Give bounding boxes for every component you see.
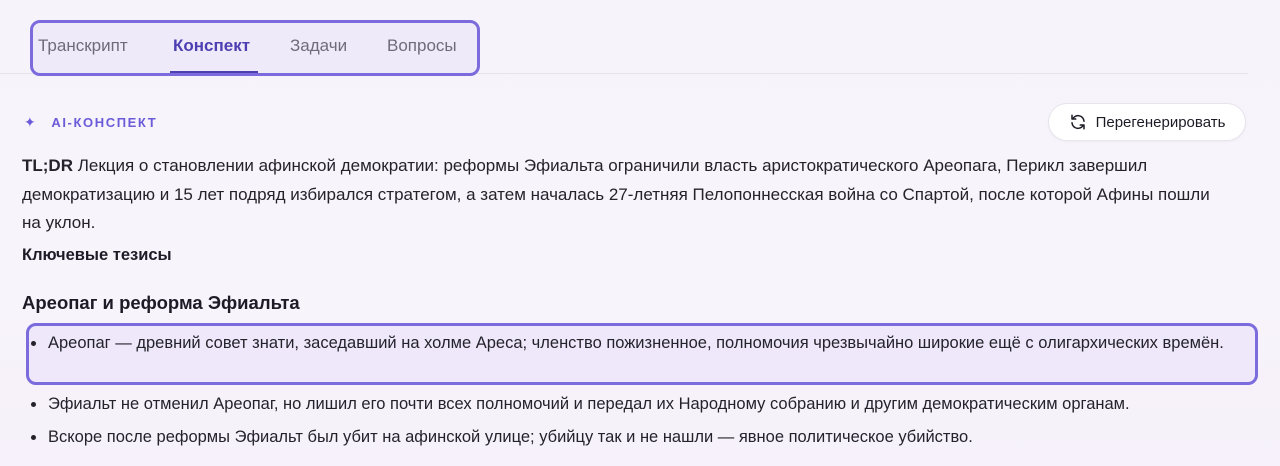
tab-summary[interactable]: Конспект xyxy=(173,36,250,56)
regenerate-button[interactable]: Перегенерировать xyxy=(1048,103,1246,141)
bullet-dot xyxy=(31,341,36,346)
tab-transcript[interactable]: Транскрипт xyxy=(38,36,128,56)
tab-bar: Транскрипт Конспект Задачи Вопросы xyxy=(0,0,1248,76)
tldr-text: Лекция о становлении афинской демократии… xyxy=(22,156,1210,232)
section-heading: Ареопаг и реформа Эфиальта xyxy=(22,292,300,313)
bullet-dot xyxy=(31,435,36,440)
refresh-icon xyxy=(1070,114,1085,130)
list-item-text: Вскоре после реформы Эфиальт был убит на… xyxy=(48,428,973,446)
bullet-dot xyxy=(31,402,36,407)
list-item: Ареопаг — древний совет знати, заседавши… xyxy=(28,330,1248,357)
list-item: Эфиальт не отменил Ареопаг, но лишил его… xyxy=(28,391,1248,418)
ai-summary-label: ✦ AI-КОНСПЕКТ xyxy=(24,114,157,131)
list-item: Вскоре после реформы Эфиальт был убит на… xyxy=(28,424,1248,451)
key-points-heading: Ключевые тезисы xyxy=(22,246,172,264)
tldr-paragraph: TL;DR Лекция о становлении афинской демо… xyxy=(22,152,1232,238)
sparkle-icon: ✦ xyxy=(24,114,38,130)
tldr-prefix: TL;DR xyxy=(22,156,73,175)
list-item-text: Эфиальт не отменил Ареопаг, но лишил его… xyxy=(48,395,1130,413)
tab-tasks[interactable]: Задачи xyxy=(290,36,347,56)
list-item-text: Ареопаг — древний совет знати, заседавши… xyxy=(48,334,1224,352)
active-tab-underline xyxy=(170,71,258,73)
regenerate-button-label: Перегенерировать xyxy=(1095,113,1226,131)
tab-questions[interactable]: Вопросы xyxy=(387,36,457,56)
ai-summary-label-text: AI-КОНСПЕКТ xyxy=(51,115,158,130)
